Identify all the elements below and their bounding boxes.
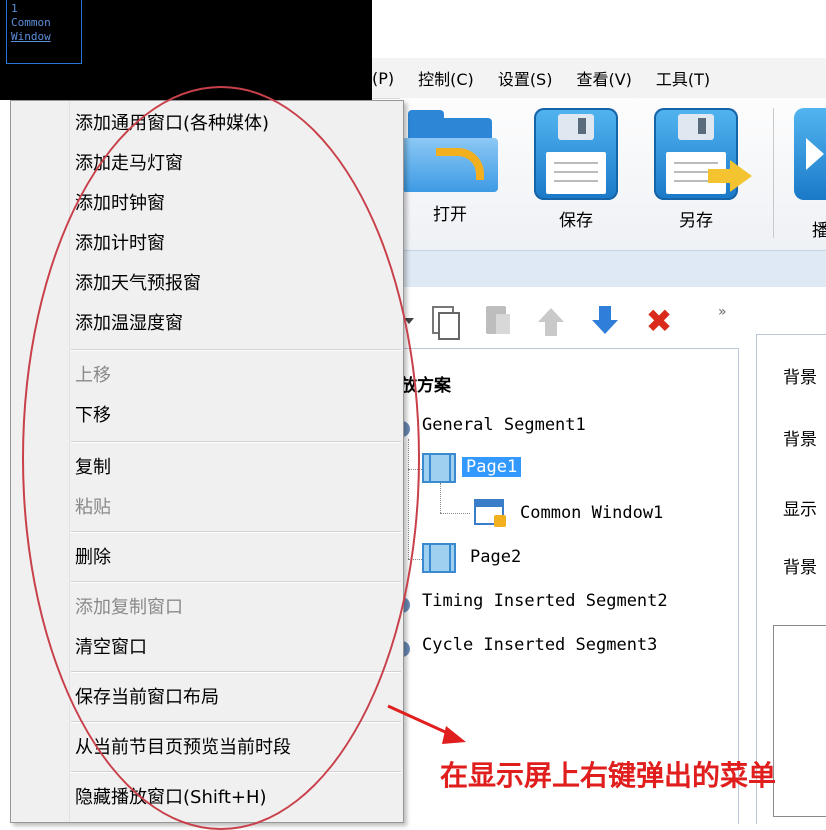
copy-icon[interactable] (428, 304, 460, 340)
preview-common-window[interactable]: 1 Common Window (6, 0, 82, 64)
play-icon[interactable] (794, 108, 826, 200)
preview-window-line: Common (11, 16, 51, 29)
annotation-ellipse (22, 86, 420, 830)
save-as-button[interactable]: 另存 (646, 108, 752, 231)
toolbar-separator (773, 108, 774, 238)
save-button-label: 保存 (559, 211, 593, 231)
preview-window-line: 1 (11, 2, 18, 15)
main-toolbar: 打开 保存 另存 播 (400, 98, 826, 250)
menu-item-settings[interactable]: 设置(S) (498, 66, 553, 90)
prop-preview-box[interactable] (773, 625, 826, 817)
save-as-button-label: 另存 (679, 211, 713, 231)
folder-open-icon (402, 108, 498, 194)
tree-connector (440, 513, 470, 514)
menu-item-p[interactable]: (P) (372, 69, 394, 88)
open-button-label: 打开 (433, 205, 467, 225)
page-icon (422, 543, 456, 573)
toolbar-strip (400, 250, 826, 287)
tree-node-page1[interactable]: Page1 (462, 457, 522, 477)
screen-preview[interactable]: 1 Common Window (0, 0, 372, 100)
tree-connector (440, 483, 441, 513)
tree-node-common-window[interactable]: Common Window1 (520, 503, 663, 523)
floppy-save-icon (534, 108, 618, 200)
tree-node-timing-segment[interactable]: Timing Inserted Segment2 (422, 591, 668, 611)
tree-node-page2[interactable]: Page2 (470, 547, 521, 567)
preview-window-line: Window (11, 30, 51, 43)
tree-node-general-segment[interactable]: General Segment1 (422, 415, 586, 435)
annotation-arrow-icon (387, 704, 466, 744)
save-button[interactable]: 保存 (526, 108, 626, 231)
move-up-icon[interactable] (536, 304, 566, 338)
menu-bar: (P) 控制(C) 设置(S) 查看(V) 工具(T) (372, 58, 826, 99)
annotation-caption: 在显示屏上右键弹出的菜单 (440, 759, 777, 792)
tree-toolbar: ✖ » (400, 296, 760, 346)
tree-node-cycle-segment[interactable]: Cycle Inserted Segment3 (422, 635, 657, 655)
common-window-icon (474, 499, 506, 527)
page-icon (422, 453, 456, 483)
menu-item-control[interactable]: 控制(C) (418, 66, 474, 90)
open-button[interactable]: 打开 (400, 108, 500, 225)
floppy-save-as-icon (654, 108, 752, 200)
play-button-label: 播 (812, 221, 826, 241)
property-panel: 背景 背景 显示 背景 (756, 334, 826, 824)
menu-item-tools[interactable]: 工具(T) (656, 66, 710, 90)
overflow-chevron-icon[interactable]: » (718, 304, 748, 338)
paste-icon[interactable] (484, 304, 514, 338)
move-down-icon[interactable] (590, 304, 620, 338)
prop-label: 背景 (783, 430, 817, 450)
prop-label: 显示 (783, 500, 817, 520)
prop-label: 背景 (783, 368, 817, 388)
menu-item-view[interactable]: 查看(V) (576, 66, 631, 90)
delete-icon[interactable]: ✖ (644, 304, 674, 338)
prop-label: 背景 (783, 558, 817, 578)
